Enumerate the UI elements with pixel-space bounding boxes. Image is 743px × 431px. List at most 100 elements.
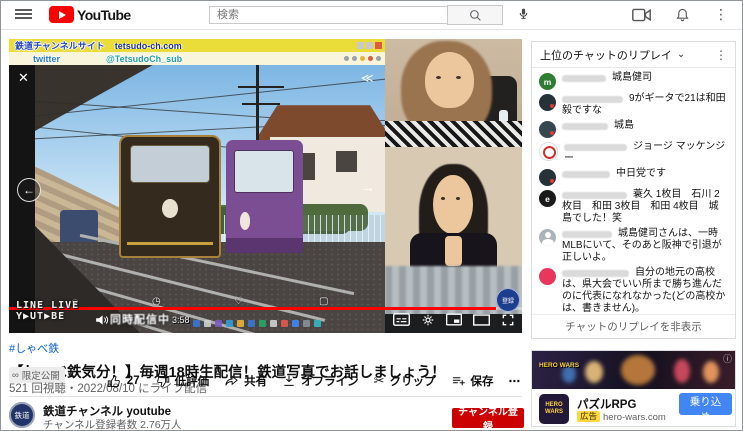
ad-info-icon[interactable]: ⓘ [723, 352, 732, 365]
ad-logo-thumbnail[interactable]: HERO WARS [539, 394, 569, 424]
ad-title[interactable]: パズルRPG [577, 396, 636, 412]
share-label: 共有 [244, 373, 267, 389]
masthead-kebab-icon[interactable]: ⋮ [714, 6, 728, 23]
hamburger-menu-icon[interactable] [15, 9, 32, 20]
collapse-left-icon[interactable]: ≪ [361, 71, 372, 85]
chat-header[interactable]: 上位のチャットのリプレイ ⌄ ⋮ [532, 42, 735, 68]
youtube-play-icon [49, 6, 74, 23]
host1-eye [456, 76, 461, 79]
subscribe-button[interactable]: チャンネル登録 [452, 408, 524, 428]
overlay-line1: LINE LIVE [16, 300, 79, 311]
ad-banner-image[interactable]: HERO WARS ⓘ [532, 351, 735, 389]
taskbar-app-icon [259, 320, 266, 327]
action-bar: 27 低評価 共有 オフライン ✂ クリップ 保存 ⋯ [107, 373, 520, 389]
progress-bar[interactable] [9, 307, 522, 310]
host1-eye [436, 76, 441, 79]
ad-card: HERO WARS ⓘ HERO WARS パズルRPG 広告 hero-war… [531, 350, 736, 427]
volume-icon[interactable] [95, 314, 109, 326]
taskbar-app-icon [314, 320, 321, 327]
previous-photo-button[interactable]: ← [17, 178, 41, 202]
chat-message-content: 自分の地元の高校は、県大会でいい所まで勝ち進んだのに代表になれなかった(どの高校… [562, 267, 728, 315]
clip-label: クリップ [390, 373, 436, 389]
chat-author-name-blurred [562, 270, 629, 277]
mic-button[interactable] [517, 6, 530, 24]
chat-author-name-blurred [562, 192, 627, 199]
progress-marker-icon: ◷ [152, 296, 161, 307]
more-actions-button[interactable]: ⋯ [509, 374, 521, 388]
chat-message: m城島健司 [539, 72, 728, 90]
masthead-right-icons: ⋮ [632, 6, 728, 23]
channel-watermark[interactable]: 登録 [496, 288, 520, 312]
miniplayer-button[interactable] [446, 313, 462, 329]
host2-hands [445, 236, 461, 266]
chat-message: 城島 [539, 120, 728, 138]
chat-message-list[interactable]: m城島健司9がギータで21は和田毅ですな城島ジョージ マッケンジー中日党ですe蓑… [532, 68, 735, 315]
overlay-line2: Y▶UT▶BE [16, 311, 79, 322]
chat-replay-panel: 上位のチャットのリプレイ ⌄ ⋮ m城島健司 9がギータで21は和田毅ですな城島ジ… [531, 41, 736, 339]
pole-crossarm [238, 86, 284, 88]
taskbar-app-icon [215, 320, 222, 327]
tram-headmark [240, 212, 251, 230]
chat-author-name-blurred [562, 75, 606, 82]
subscriber-count: チャンネル登録者数 2.76万人 [43, 417, 182, 431]
search-button[interactable] [447, 5, 503, 25]
youtube-logo-text: YouTube [77, 7, 131, 23]
progress-marker-icon: ▢ [319, 296, 328, 307]
close-icon[interactable]: ✕ [18, 70, 29, 86]
subtitles-icon [393, 313, 410, 326]
player-time: 3:58 [172, 315, 190, 325]
hide-chat-replay-button[interactable]: チャットのリプレイを非表示 [532, 314, 735, 338]
chat-avatar [539, 142, 558, 161]
create-video-icon[interactable] [632, 8, 651, 22]
chat-kebab-icon[interactable]: ⋮ [715, 48, 727, 62]
search-icon [469, 9, 482, 22]
chat-author-name-blurred [564, 144, 627, 151]
twitter-label: twitter [33, 54, 60, 64]
chat-message-content: 城島 [562, 120, 634, 138]
search-input[interactable] [209, 6, 447, 24]
offline-button[interactable]: オフライン [282, 373, 359, 389]
like-button[interactable]: 27 [107, 374, 140, 389]
offline-label: オフライン [301, 373, 359, 389]
tram-headmark [162, 199, 178, 218]
ad-url: hero-wars.com [603, 412, 666, 423]
masthead: YouTube ⋮ [1, 1, 742, 30]
next-photo-button[interactable]: → [361, 179, 375, 195]
progress-marker-icon: ◌ [72, 296, 78, 307]
chat-avatar [539, 121, 556, 138]
chat-message: ジョージ マッケンジー [539, 141, 728, 165]
gear-icon [421, 313, 435, 327]
ad-badge: 広告 [577, 411, 600, 422]
tram-gold-stripe [127, 242, 213, 245]
save-button[interactable]: 保存 [451, 373, 494, 389]
clip-button[interactable]: ✂ クリップ [374, 373, 436, 389]
share-button[interactable]: 共有 [224, 373, 267, 389]
progress-marker-icon: ♡ [234, 296, 243, 307]
settings-button[interactable] [421, 313, 435, 329]
theater-mode-button[interactable] [473, 313, 490, 329]
ad-cta-button[interactable]: 乗り込め [679, 393, 732, 415]
video-player[interactable]: 鉄道チャンネルサイト tetsudo-ch.com twitter @Tetsu… [9, 39, 522, 333]
chat-message-content: 9がギータで21は和田毅ですな [562, 93, 728, 117]
chat-message: 自分の地元の高校は、県大会でいい所まで勝ち進んだのに代表になれなかった(どの高校… [539, 267, 728, 315]
host1-checkered-top [385, 121, 522, 147]
notifications-bell-icon[interactable] [675, 7, 690, 23]
thumb-down-icon [155, 374, 170, 389]
chat-author-name-blurred [562, 171, 610, 178]
hashtag-link[interactable]: #しゃべ鉄 [9, 340, 59, 356]
channel-avatar[interactable]: 鉄道 [9, 402, 35, 428]
chat-message-content: 城島健司さんは、一時MLBにいて、そのあと阪神で引退が正しいよ。 [562, 228, 728, 264]
chat-message-content: ジョージ マッケンジー [564, 141, 728, 165]
youtube-watch-page: YouTube ⋮ 鉄道チャンネルサイト tetsudo-ch.com [0, 0, 743, 431]
taskbar-app-icon [303, 320, 310, 327]
chat-avatar: m [539, 73, 556, 90]
youtube-logo[interactable]: YouTube [49, 6, 131, 23]
host1-face [425, 52, 474, 108]
divider [9, 396, 522, 397]
taskbar-app-icon [281, 320, 288, 327]
fullscreen-button[interactable] [501, 313, 515, 329]
dislike-button[interactable]: 低評価 [155, 373, 210, 389]
subtitles-button[interactable] [393, 313, 410, 329]
chat-message: 9がギータで21は和田毅ですな [539, 93, 728, 117]
dislike-label: 低評価 [175, 373, 210, 389]
